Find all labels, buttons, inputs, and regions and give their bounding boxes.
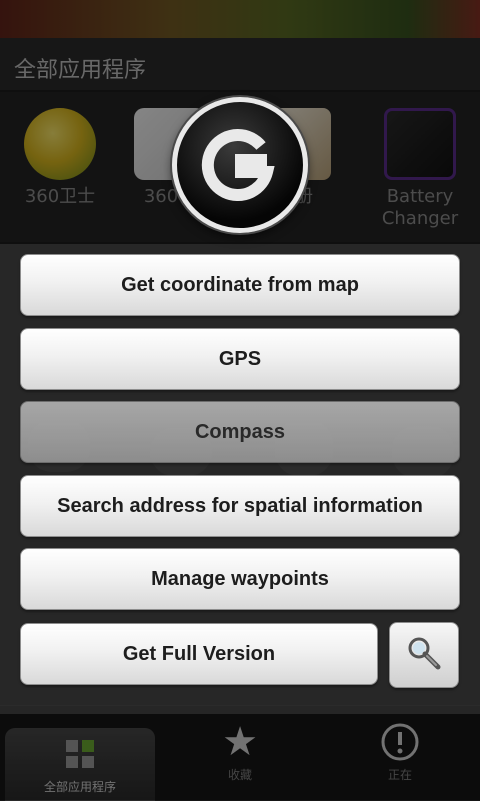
magnifier-wrench-icon [404, 633, 444, 677]
get-full-version-button[interactable]: Get Full Version [20, 623, 378, 685]
search-tools-button[interactable] [389, 622, 459, 688]
manage-waypoints-button[interactable]: Manage waypoints [20, 548, 460, 610]
gps-button[interactable]: GPS [20, 328, 460, 390]
app-logo [172, 97, 308, 233]
search-address-button[interactable]: Search address for spatial information [20, 475, 460, 537]
compass-button[interactable]: Compass [20, 401, 460, 463]
g-logo-icon [201, 129, 275, 202]
get-coordinate-from-map-button[interactable]: Get coordinate from map [20, 254, 460, 316]
